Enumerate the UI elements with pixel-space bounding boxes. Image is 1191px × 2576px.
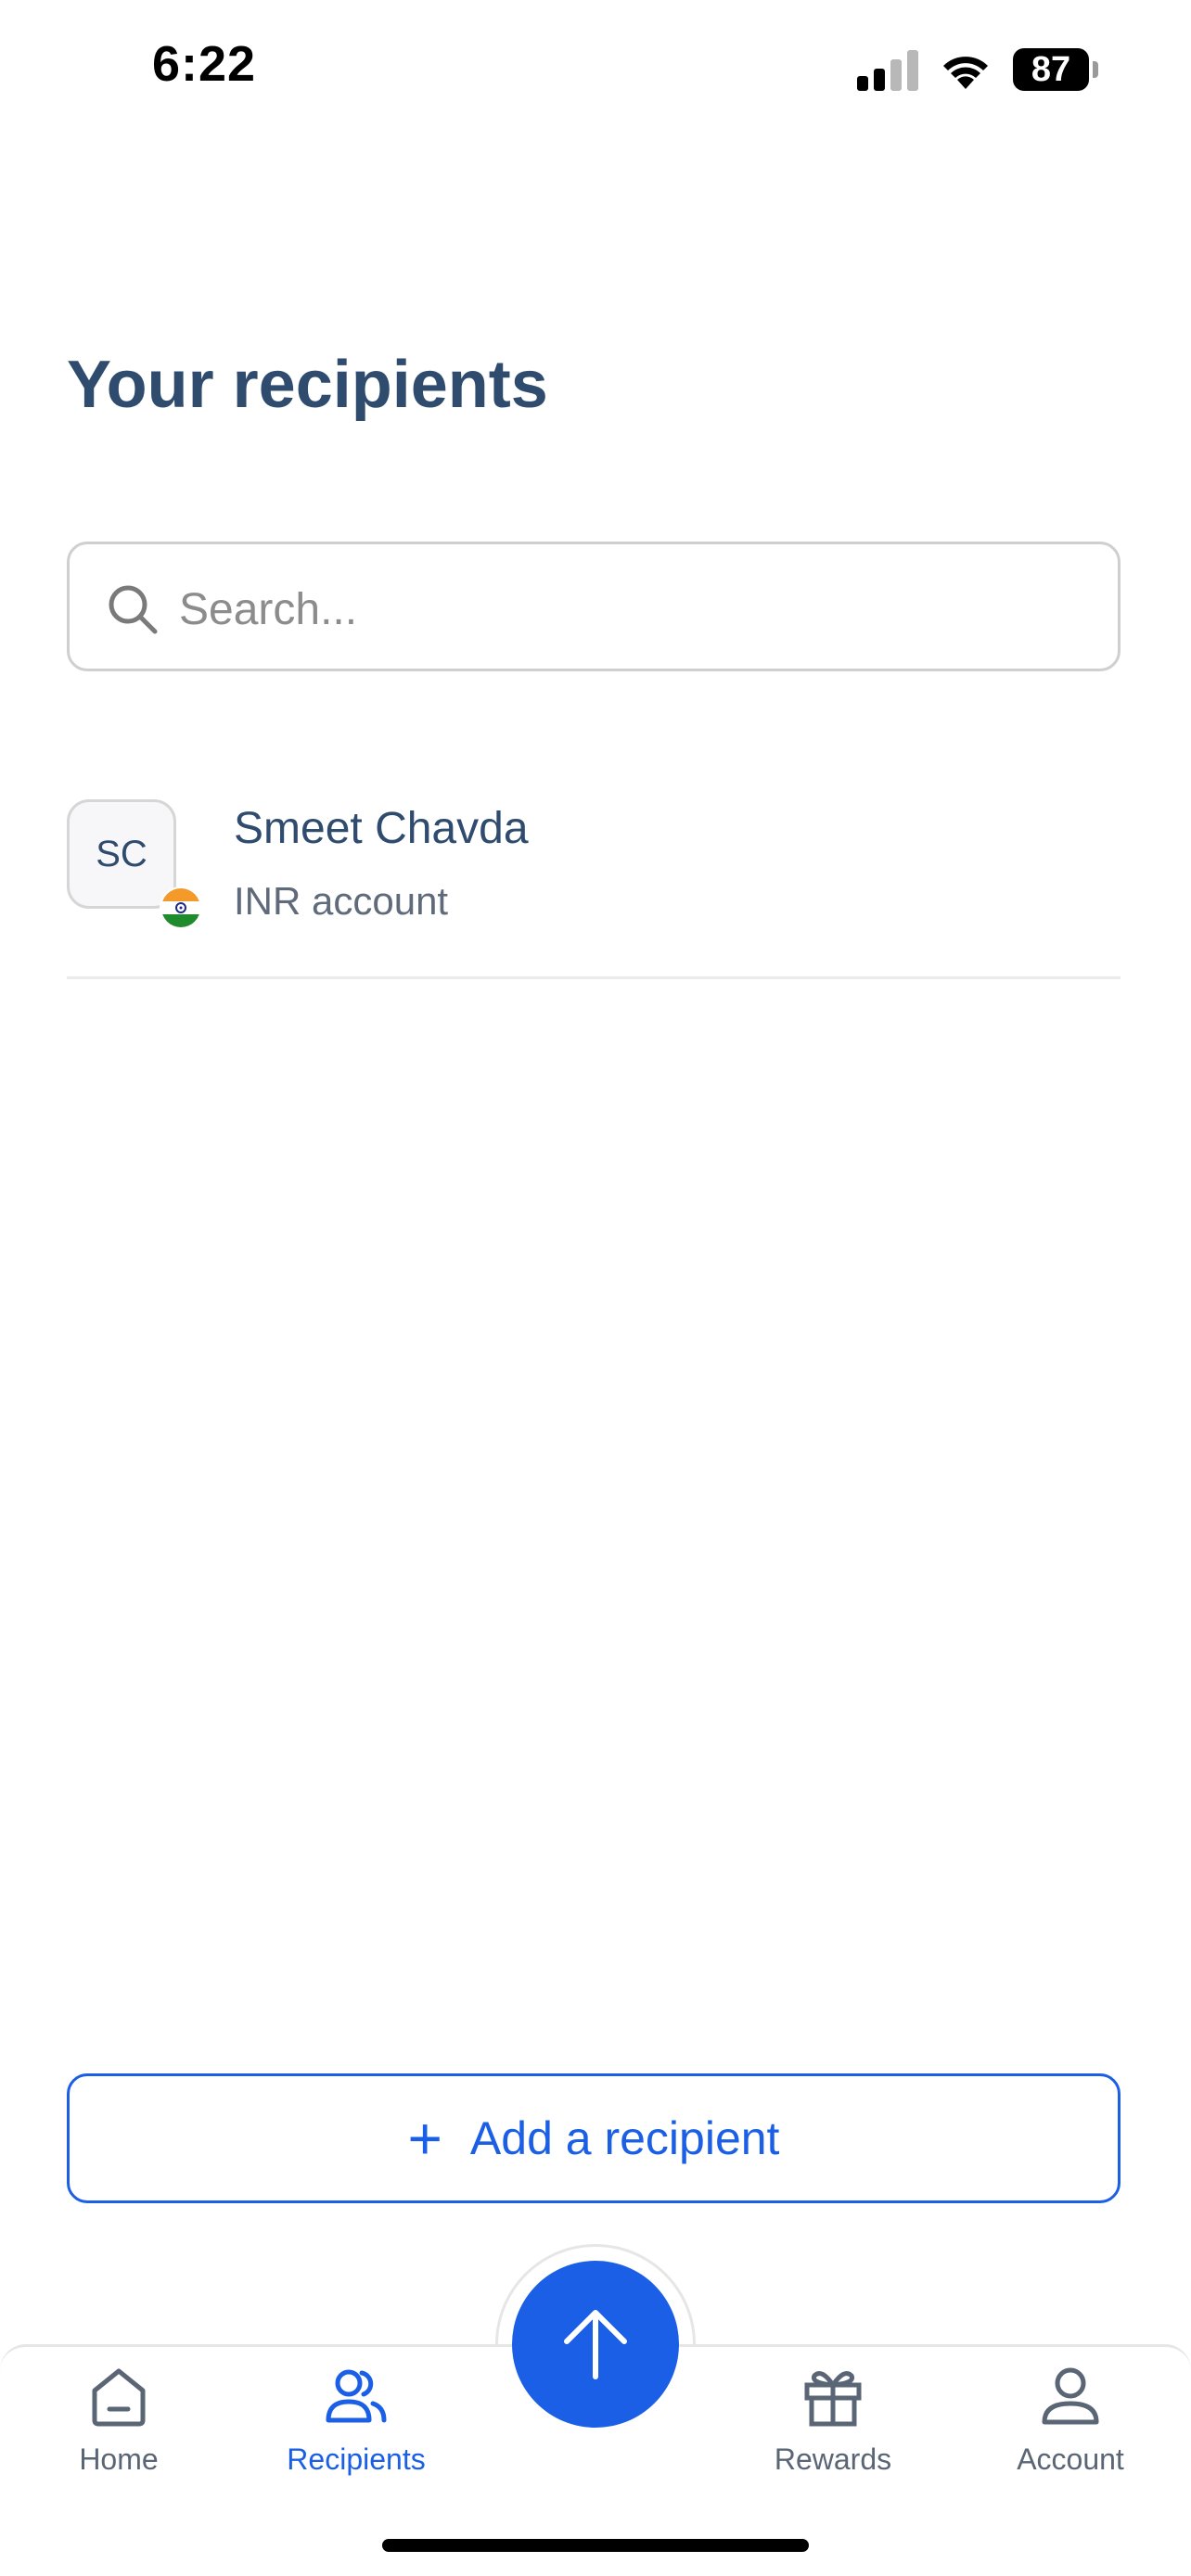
- nav-label-home: Home: [79, 2442, 159, 2476]
- account-icon: [1042, 2367, 1099, 2425]
- status-time: 6:22: [152, 36, 257, 92]
- recipient-name: Smeet Chavda: [234, 804, 529, 853]
- recipient-account-type: INR account: [234, 879, 449, 923]
- battery-level: 87: [1013, 48, 1089, 91]
- recipient-avatar: SC: [67, 799, 176, 909]
- cellular-signal-icon: [857, 50, 920, 91]
- nav-item-recipients[interactable]: Recipients: [254, 2363, 458, 2493]
- nav-label-recipients: Recipients: [287, 2442, 426, 2476]
- nav-item-account[interactable]: Account: [968, 2363, 1172, 2493]
- arrow-up-icon: [564, 2310, 627, 2379]
- home-indicator: [382, 2539, 809, 2552]
- search-box[interactable]: [67, 542, 1121, 671]
- recipients-icon: [326, 2369, 387, 2423]
- india-flag-icon: [160, 886, 202, 929]
- plus-icon: +: [407, 2105, 442, 2172]
- wifi-icon: [939, 50, 992, 89]
- nav-label-rewards: Rewards: [774, 2442, 892, 2476]
- add-recipient-button[interactable]: + Add a recipient: [67, 2073, 1121, 2203]
- nav-item-rewards[interactable]: Rewards: [731, 2363, 935, 2493]
- recipient-list-item[interactable]: SC Smeet Chavda INR account: [67, 797, 1121, 979]
- home-icon: [92, 2368, 146, 2427]
- search-input[interactable]: [179, 572, 1088, 646]
- nav-label-account: Account: [1017, 2442, 1124, 2476]
- battery-indicator: 87: [1013, 48, 1098, 91]
- send-money-button[interactable]: [512, 2261, 679, 2428]
- search-icon: [109, 585, 158, 634]
- nav-item-home[interactable]: Home: [17, 2363, 221, 2493]
- gift-icon: [804, 2371, 862, 2427]
- page-title: Your recipients: [67, 348, 548, 422]
- add-recipient-label: Add a recipient: [469, 2112, 780, 2164]
